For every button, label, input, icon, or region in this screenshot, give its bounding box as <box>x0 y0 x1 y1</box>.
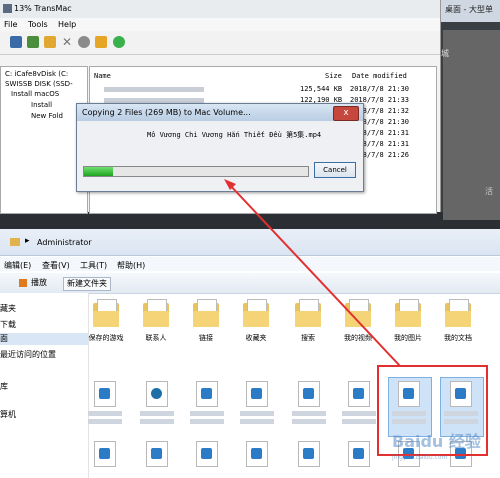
baidu-watermark: Baidu 经验 <box>392 432 481 451</box>
annotation-arrow <box>224 179 401 367</box>
baidu-watermark-url: jingyan.baidu.com <box>392 454 448 461</box>
